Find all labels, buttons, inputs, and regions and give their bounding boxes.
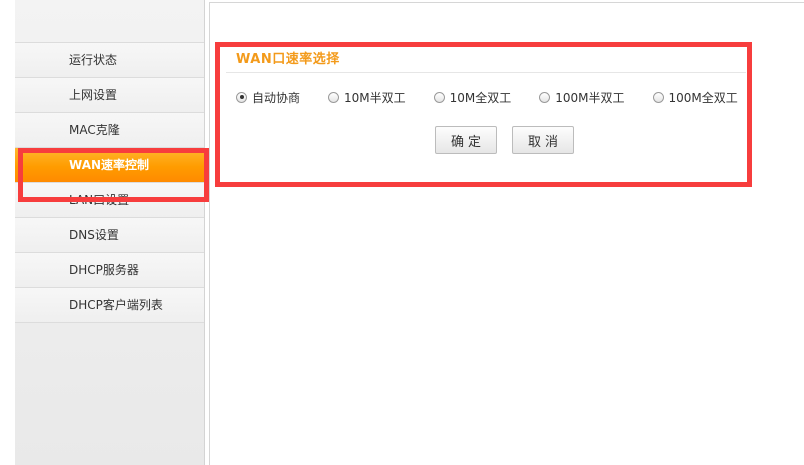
sidebar-item-status[interactable]: 运行状态 — [15, 43, 204, 78]
sidebar-item-label: 上网设置 — [69, 88, 118, 102]
title-divider — [226, 72, 746, 73]
radio-button-icon[interactable] — [328, 91, 340, 103]
sidebar-item-label: WAN速率控制 — [69, 158, 150, 172]
sidebar-item-wan-speed-control[interactable]: WAN速率控制 — [15, 148, 204, 183]
sidebar-item-label: DNS设置 — [69, 228, 119, 242]
sidebar-item-dns-settings[interactable]: DNS设置 — [15, 218, 204, 253]
router-admin-page: 运行状态 上网设置 MAC克隆 WAN速率控制 LAN口设置 DNS设置 DHC… — [0, 0, 804, 465]
radio-label: 100M全双工 — [668, 90, 738, 105]
sidebar-item-label: LAN口设置 — [69, 193, 130, 207]
cancel-button[interactable]: 取消 — [512, 126, 574, 154]
sidebar-item-dhcp-client-list[interactable]: DHCP客户端列表 — [15, 288, 204, 323]
radio-10m-half-duplex[interactable]: 10M半双工 — [328, 89, 406, 106]
confirm-button[interactable]: 确定 — [435, 126, 497, 154]
sidebar-item-internet-settings[interactable]: 上网设置 — [15, 78, 204, 113]
sidebar-item-label: DHCP服务器 — [69, 263, 139, 277]
radio-label: 自动协商 — [252, 90, 301, 105]
sidebar-item-label: MAC克隆 — [69, 123, 120, 137]
radio-100m-full-duplex[interactable]: 100M全双工 — [652, 89, 738, 106]
radio-label: 100M半双工 — [555, 90, 625, 105]
radio-label: 10M半双工 — [344, 90, 406, 105]
radio-button-icon[interactable] — [433, 91, 445, 103]
radio-button-icon[interactable] — [652, 91, 664, 103]
sidebar-item-label: 运行状态 — [69, 53, 118, 67]
sidebar-item-mac-clone[interactable]: MAC克隆 — [15, 113, 204, 148]
sidebar: 运行状态 上网设置 MAC克隆 WAN速率控制 LAN口设置 DNS设置 DHC… — [15, 0, 205, 465]
radio-button-icon[interactable] — [539, 91, 551, 103]
wan-speed-radio-group: 自动协商 10M半双工 10M全双工 100M半双工 100M全双工 — [236, 88, 766, 106]
sidebar-item-lan-settings[interactable]: LAN口设置 — [15, 183, 204, 218]
section-title: WAN口速率选择 — [236, 52, 340, 67]
sidebar-menu: 运行状态 上网设置 MAC克隆 WAN速率控制 LAN口设置 DNS设置 DHC… — [15, 42, 204, 323]
sidebar-item-label: DHCP客户端列表 — [69, 298, 163, 312]
radio-label: 10M全双工 — [449, 90, 512, 105]
radio-100m-half-duplex[interactable]: 100M半双工 — [539, 89, 625, 106]
radio-10m-full-duplex[interactable]: 10M全双工 — [433, 89, 512, 106]
radio-auto-negotiate[interactable]: 自动协商 — [236, 89, 300, 106]
sidebar-item-dhcp-server[interactable]: DHCP服务器 — [15, 253, 204, 288]
radio-button-selected-icon[interactable] — [236, 91, 247, 103]
